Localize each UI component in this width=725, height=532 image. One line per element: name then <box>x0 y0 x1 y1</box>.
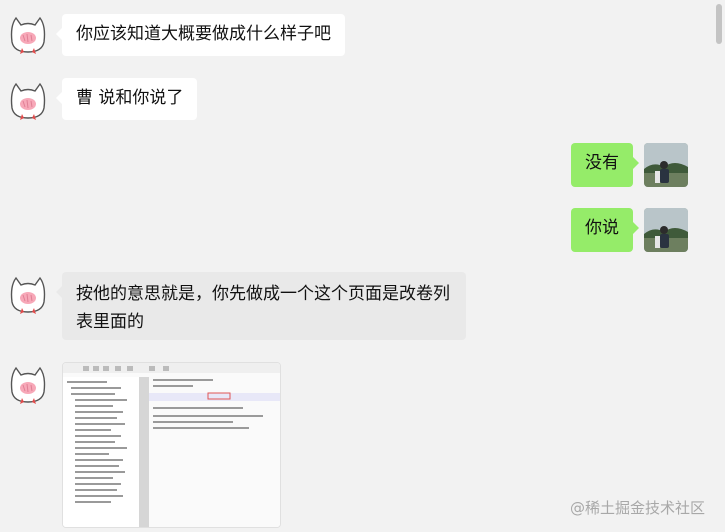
cat-avatar-icon <box>10 82 46 120</box>
watermark: @稀土掘金技术社区 <box>570 499 706 517</box>
chat-window: 你应该知道大概要做成什么样子吧 曹 说和你说了 没有 你说 按他的意思就是，你先… <box>0 0 725 532</box>
cat-avatar-icon <box>10 276 46 314</box>
scrollbar-thumb[interactable] <box>716 4 722 44</box>
message-bubble[interactable]: 你应该知道大概要做成什么样子吧 <box>56 14 345 56</box>
user-photo-avatar <box>644 143 688 187</box>
contact-avatar[interactable] <box>6 362 50 406</box>
own-message-bubble[interactable]: 你说 <box>571 208 639 252</box>
cat-avatar-icon <box>10 366 46 404</box>
contact-avatar[interactable] <box>6 12 50 56</box>
message-bubble[interactable]: 按他的意思就是，你先做成一个这个页面是改卷列表里面的 <box>56 272 466 340</box>
own-avatar[interactable] <box>644 208 688 252</box>
own-avatar[interactable] <box>644 143 688 187</box>
contact-avatar[interactable] <box>6 272 50 316</box>
message-bubble[interactable]: 曹 说和你说了 <box>55 78 198 120</box>
image-message[interactable] <box>62 362 281 528</box>
message-text: 你应该知道大概要做成什么样子吧 <box>76 24 331 44</box>
message-text: 你说 <box>585 218 619 238</box>
chat-scrollbar[interactable] <box>714 0 724 532</box>
message-text: 没有 <box>585 153 619 173</box>
screenshot-thumbnail-image <box>63 363 280 527</box>
contact-avatar[interactable] <box>6 78 50 122</box>
message-text: 按他的意思就是，你先做成一个这个页面是改卷列表里面的 <box>76 284 450 332</box>
cat-avatar-icon <box>10 16 46 54</box>
user-photo-avatar <box>644 208 688 252</box>
message-text: 曹 说和你说了 <box>76 88 184 108</box>
own-message-bubble[interactable]: 没有 <box>571 143 639 187</box>
